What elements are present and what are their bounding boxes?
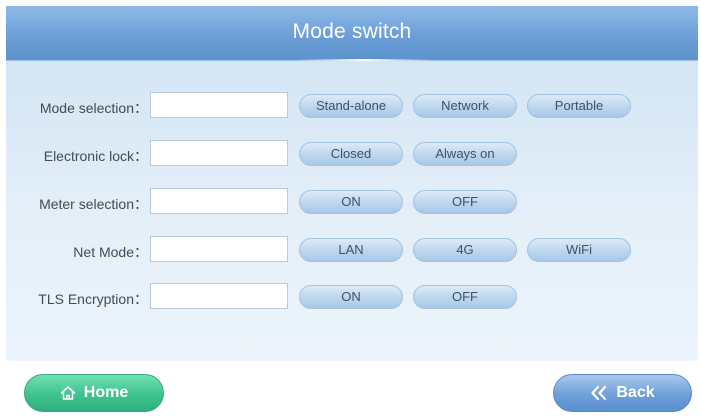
electronic-lock-label: Electronic lock： [43,148,148,164]
tls-off-button[interactable]: OFF [413,285,517,309]
double-chevron-left-icon [590,385,608,401]
back-button-label: Back [616,384,655,401]
meter-selection-field[interactable] [150,188,288,214]
wifi-button[interactable]: WiFi [527,238,631,262]
tls-encryption-row: TLS Encryption： ON OFF [6,283,698,311]
meter-on-button[interactable]: ON [299,190,403,214]
lock-closed-button[interactable]: Closed [299,142,403,166]
net-mode-field[interactable] [150,236,288,262]
tls-encryption-label: TLS Encryption： [38,291,148,307]
electronic-lock-row: Electronic lock： Closed Always on [6,140,698,168]
lock-always-on-button[interactable]: Always on [413,142,517,166]
home-button-label: Home [83,384,129,401]
tls-encryption-field[interactable] [150,283,288,309]
meter-selection-label: Meter selection： [39,196,148,212]
mode-selection-row: Mode selection： Stand-alone Network Port… [6,92,698,120]
net-mode-row: Net Mode： LAN 4G WiFi [6,236,698,264]
4g-button[interactable]: 4G [413,238,517,262]
net-mode-label: Net Mode： [73,244,148,260]
back-button[interactable]: Back [553,374,692,412]
mode-selection-label: Mode selection： [39,100,148,116]
home-icon [60,385,76,401]
network-button[interactable]: Network [413,94,517,118]
page-title: Mode switch [292,20,412,43]
meter-off-button[interactable]: OFF [413,190,517,214]
header-bar: Mode switch [6,6,698,61]
stand-alone-button[interactable]: Stand-alone [299,94,403,118]
lan-button[interactable]: LAN [299,238,403,262]
mode-selection-field[interactable] [150,92,288,118]
portable-button[interactable]: Portable [527,94,631,118]
back-button-content: Back [554,375,691,411]
settings-panel: Mode selection： Stand-alone Network Port… [6,61,698,361]
electronic-lock-field[interactable] [150,140,288,166]
home-button[interactable]: Home [24,374,164,412]
home-button-content: Home [25,375,163,411]
tls-on-button[interactable]: ON [299,285,403,309]
meter-selection-row: Meter selection： ON OFF [6,188,698,216]
